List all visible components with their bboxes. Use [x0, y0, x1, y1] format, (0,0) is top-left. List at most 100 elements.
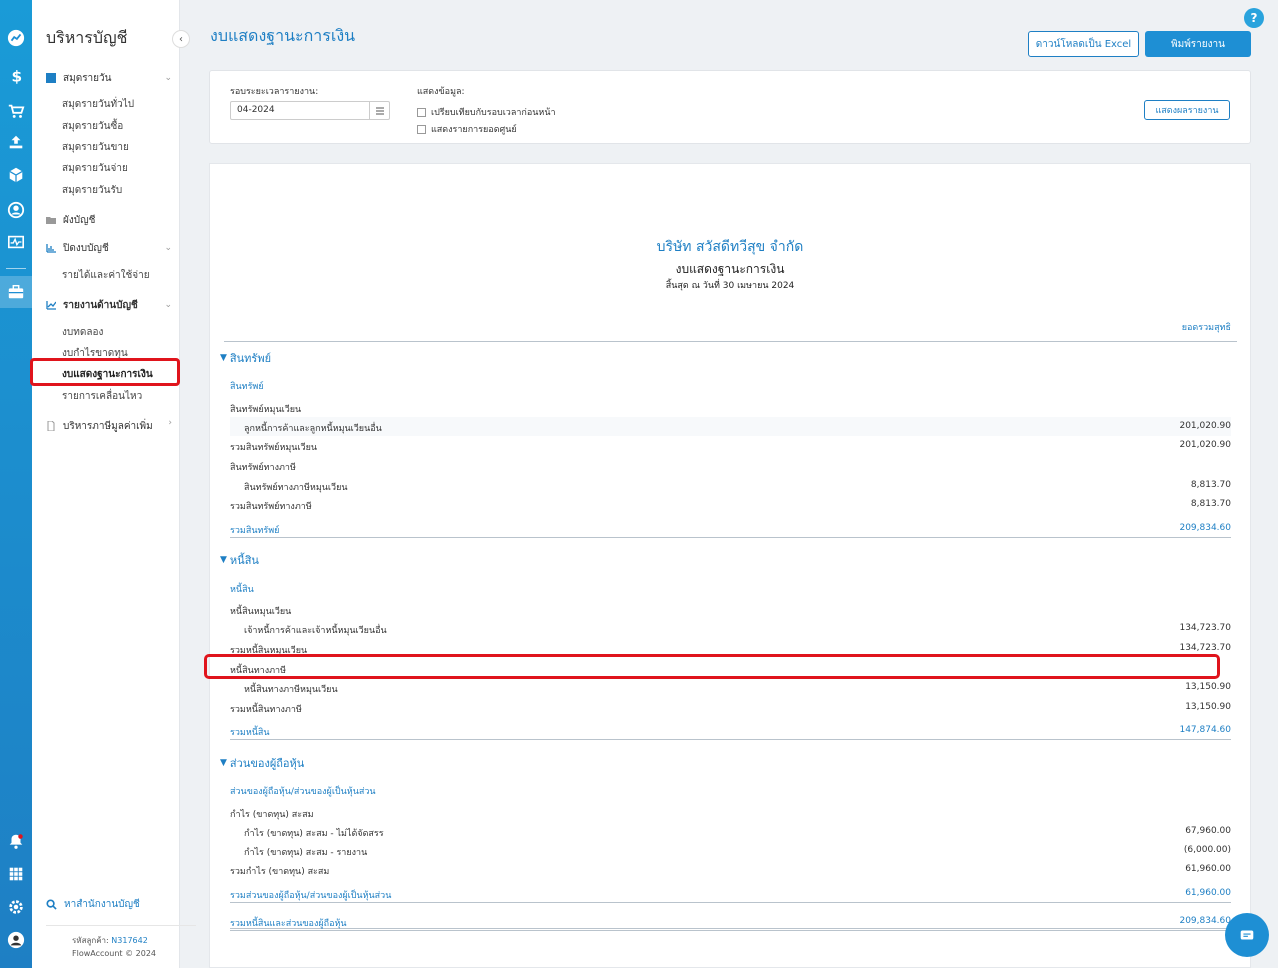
assets-subheader: สินทรัพย์	[230, 382, 264, 392]
assets-group-toggle[interactable]: ▼ สินทรัพย์	[220, 349, 271, 367]
period-label: รอบระยะเวลารายงาน:	[230, 87, 319, 97]
row-label: กำไร (ขาดทุน) สะสม - ไม่ได้จัดสรร	[244, 829, 384, 839]
row-label: รวมสินทรัพย์	[230, 526, 280, 536]
copyright: FlowAccount © 2024	[72, 949, 157, 958]
period-input[interactable]	[237, 105, 363, 115]
notification-bell-icon[interactable]	[0, 827, 32, 855]
row-value: 209,834.60	[1179, 523, 1231, 533]
chat-support-button[interactable]	[1225, 913, 1269, 957]
main-content: งบแสดงฐานะการเงิน ? ดาวน์โหลดเป็น Excel …	[180, 0, 1278, 968]
table-row[interactable]: กำไร (ขาดทุน) สะสม - ไม่ได้จัดสรร 67,960.…	[230, 822, 1231, 841]
nav-item-sales-journal[interactable]: สมุดรายวันขาย	[62, 138, 129, 156]
show-zero-checkbox[interactable]	[417, 124, 426, 134]
row-value: 201,020.90	[1179, 440, 1231, 450]
user-avatar-icon[interactable]	[0, 926, 32, 954]
table-row[interactable]: หนี้สินทางภาษีหมุนเวียน 13,150.90	[230, 678, 1231, 697]
accounting-sidebar: บริหารบัญชี สมุดรายวัน ⌄ สมุดรายวันทั่วไ…	[32, 0, 196, 968]
nav-section-label: สมุดรายวัน	[63, 72, 112, 84]
table-row: รวมสินทรัพย์หมุนเวียน 201,020.90	[230, 436, 1231, 455]
nav-section-chart-of-accounts[interactable]: ผังบัญชี	[46, 210, 172, 230]
nav-section-accounting-reports[interactable]: รายงานด้านบัญชี ⌄	[46, 295, 172, 315]
chevron-left-icon: ‹	[179, 33, 183, 45]
dollar-icon[interactable]: $	[0, 62, 32, 90]
row-label: ลูกหนี้การค้าและลูกหนี้หมุนเวียนอื่น	[244, 424, 382, 434]
show-zero-label: แสดงรายการยอดศูนย์	[431, 125, 517, 135]
report-title: งบแสดงฐานะการเงิน	[675, 262, 785, 276]
collapse-sidebar-button[interactable]: ‹	[172, 30, 190, 48]
table-row[interactable]: สินทรัพย์ทางภาษีหมุนเวียน 8,813.70	[230, 476, 1231, 495]
row-value: 13,150.90	[1185, 682, 1231, 692]
row-value: (6,000.00)	[1183, 845, 1231, 855]
row-label: สินทรัพย์ทางภาษีหมุนเวียน	[244, 483, 348, 493]
chevron-down-icon: ▼	[220, 555, 227, 565]
grand-total-row: รวมหนี้สินและส่วนของผู้ถือหุ้น 209,834.60	[230, 912, 1231, 931]
table-row[interactable]: กำไร (ขาดทุน) สะสม - รายงาน (6,000.00)	[230, 841, 1231, 860]
nav-item-receipt-journal[interactable]: สมุดรายวันรับ	[62, 181, 122, 199]
nav-item-general-journal[interactable]: สมุดรายวันทั่วไป	[62, 95, 134, 113]
equity-group-toggle[interactable]: ▼ ส่วนของผู้ถือหุ้น	[220, 754, 304, 772]
compare-previous-option[interactable]: เปรียบเทียบกับรอบเวลาก่อนหน้า	[417, 105, 556, 119]
row-label: รวมส่วนของผู้ถือหุ้น/ส่วนของผู้เป็นหุ้นส…	[230, 891, 392, 901]
row-label: กำไร (ขาดทุน) สะสม	[230, 810, 314, 820]
download-excel-button[interactable]: ดาวน์โหลดเป็น Excel	[1028, 31, 1139, 57]
table-row: สินทรัพย์หมุนเวียน	[230, 398, 1231, 417]
nav-section-closing[interactable]: ปิดงบบัญชี ⌄	[46, 238, 172, 258]
apps-grid-icon[interactable]	[0, 860, 32, 888]
compare-previous-label: เปรียบเทียบกับรอบเวลาก่อนหน้า	[431, 108, 556, 118]
nav-section-journals[interactable]: สมุดรายวัน ⌄	[46, 68, 172, 88]
print-report-button[interactable]: พิมพ์รายงาน	[1145, 31, 1251, 57]
list-icon	[375, 107, 384, 114]
app-icon-rail: $	[0, 0, 32, 968]
help-icon[interactable]: ?	[1244, 8, 1264, 28]
table-row[interactable]: ลูกหนี้การค้าและลูกหนี้หมุนเวียนอื่น 201,…	[230, 417, 1231, 436]
liabilities-group-toggle[interactable]: ▼ หนี้สิน	[220, 551, 259, 569]
show-report-button[interactable]: แสดงผลรายงาน	[1144, 100, 1230, 120]
settings-gear-icon[interactable]	[0, 893, 32, 921]
row-label: รวมหนี้สิน	[230, 728, 270, 738]
display-options-label: แสดงข้อมูล:	[417, 87, 465, 97]
row-label: รวมกำไร (ขาดทุน) สะสม	[230, 867, 330, 877]
table-row: รวมหนี้สินทางภาษี 13,150.90	[230, 698, 1231, 717]
box-icon[interactable]	[0, 161, 32, 189]
row-label: รวมหนี้สินและส่วนของผู้ถือหุ้น	[230, 919, 347, 929]
nav-section-label: รายงานด้านบัญชี	[63, 299, 138, 311]
compare-previous-checkbox[interactable]	[417, 107, 426, 117]
period-picker-button[interactable]	[369, 102, 389, 119]
row-value: 147,874.60	[1179, 725, 1231, 735]
reports-icon[interactable]	[0, 228, 32, 256]
equity-subheader: ส่วนของผู้ถือหุ้น/ส่วนของผู้เป็นหุ้นส่วน	[230, 787, 376, 797]
table-row: รวมกำไร (ขาดทุน) สะสม 61,960.00	[230, 860, 1231, 879]
nav-item-payment-journal[interactable]: สมุดรายวันจ่าย	[62, 159, 128, 177]
nav-item-trial-balance[interactable]: งบทดลอง	[62, 323, 103, 341]
customer-id-label: รหัสลูกค้า:	[72, 936, 109, 945]
folder-icon	[46, 215, 56, 225]
inventory-upload-icon[interactable]	[0, 128, 32, 156]
table-row[interactable]: เจ้าหนี้การค้าและเจ้าหนี้หมุนเวียนอื่น 13…	[230, 619, 1231, 638]
rail-divider	[6, 268, 26, 269]
row-label: รวมหนี้สินทางภาษี	[230, 705, 302, 715]
table-row: กำไร (ขาดทุน) สะสม	[230, 803, 1231, 822]
nav-item-income-expense[interactable]: รายได้และค่าใช้จ่าย	[62, 266, 150, 284]
nav-item-purchase-journal[interactable]: สมุดรายวันซื้อ	[62, 117, 123, 135]
briefcase-icon[interactable]	[0, 276, 32, 308]
row-label: รวมสินทรัพย์หมุนเวียน	[230, 443, 318, 453]
chat-icon	[1240, 930, 1254, 940]
show-zero-option[interactable]: แสดงรายการยอดศูนย์	[417, 122, 517, 136]
chevron-down-icon: ▼	[220, 353, 227, 363]
row-value: 61,960.00	[1185, 888, 1231, 898]
cart-icon[interactable]	[0, 97, 32, 125]
row-label: เจ้าหนี้การค้าและเจ้าหนี้หมุนเวียนอื่น	[244, 626, 387, 636]
period-field[interactable]	[230, 101, 390, 120]
find-accounting-firm-link[interactable]: หาสำนักงานบัญชี	[46, 897, 140, 912]
contacts-icon[interactable]	[0, 196, 32, 224]
nav-item-movements[interactable]: รายการเคลื่อนไหว	[62, 387, 142, 405]
company-name: บริษัท สวัสดีทวีสุข จำกัด	[656, 239, 804, 255]
nav-section-vat[interactable]: บริหารภาษีมูลค่าเพิ่ม ›	[46, 416, 172, 436]
nav-section-label: ผังบัญชี	[63, 214, 96, 226]
liabilities-subheader: หนี้สิน	[230, 585, 254, 595]
total-row: รวมสินทรัพย์ 209,834.60	[230, 519, 1231, 538]
table-row: หนี้สินหมุนเวียน	[230, 600, 1231, 619]
row-value: 134,723.70	[1179, 643, 1231, 653]
dashboard-icon[interactable]	[0, 24, 32, 52]
svg-text:$: $	[12, 67, 23, 85]
